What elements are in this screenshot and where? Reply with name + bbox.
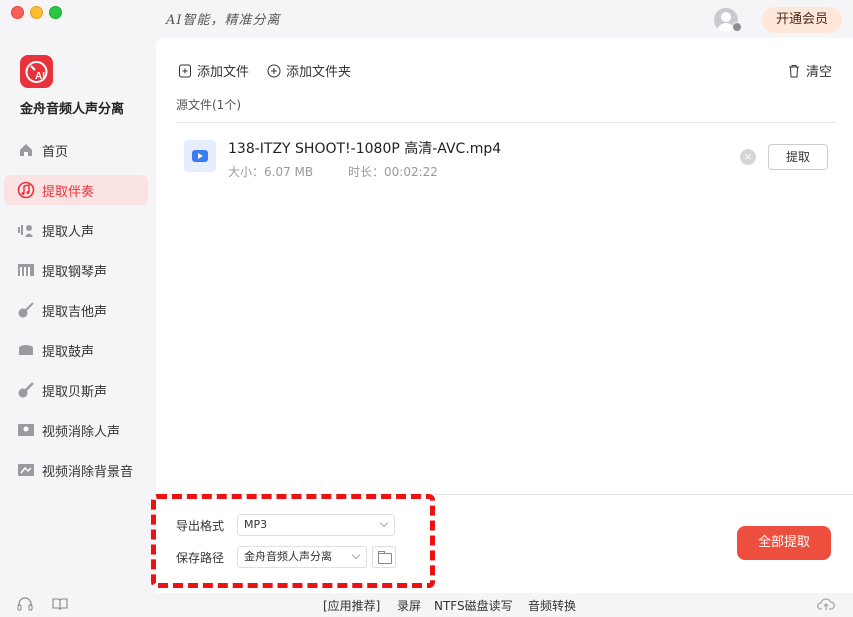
vip-button[interactable]: 开通会员 — [762, 7, 842, 33]
sidebar-item-label: 首页 — [42, 144, 69, 160]
sidebar-item-video-remove-bg[interactable]: 视频消除背景音 — [4, 455, 148, 485]
source-files-label: 源文件(1个) — [176, 98, 241, 112]
annotation-highlight-box — [151, 494, 435, 588]
avatar-status-badge — [732, 22, 742, 32]
add-folder-label: 添加文件夹 — [286, 65, 352, 80]
sidebar: AI 金舟音频人声分离 首页 提取伴奏 提取人声 提取钢琴声 提取吉他声 提取鼓… — [0, 38, 156, 593]
video-file-icon — [184, 140, 216, 172]
add-file-icon — [178, 64, 192, 78]
sidebar-item-label: 提取钢琴声 — [42, 264, 108, 280]
sidebar-item-home[interactable]: 首页 — [4, 135, 148, 165]
sidebar-item-label: 提取人声 — [42, 224, 95, 240]
accompaniment-icon — [16, 180, 36, 200]
footer-link-audio-convert[interactable]: 音频转换 — [528, 597, 576, 614]
extract-button[interactable]: 提取 — [768, 144, 828, 170]
add-file-label: 添加文件 — [197, 65, 250, 80]
cloud-upload-icon[interactable] — [817, 597, 835, 611]
remove-file-icon[interactable]: × — [740, 149, 756, 165]
sidebar-item-bass[interactable]: 提取贝斯声 — [4, 375, 148, 405]
book-icon[interactable] — [52, 597, 68, 611]
sidebar-item-guitar[interactable]: 提取吉他声 — [4, 295, 148, 325]
add-folder-button[interactable]: 添加文件夹 — [267, 61, 351, 80]
maximize-window-button[interactable] — [49, 6, 62, 19]
user-avatar[interactable] — [714, 8, 742, 32]
bass-icon — [16, 380, 36, 400]
sidebar-item-label: 提取伴奏 — [42, 184, 95, 200]
app-logo-text: AI — [35, 71, 45, 82]
home-icon — [16, 140, 36, 160]
footer: [应用推荐] 录屏 NTFS磁盘读写 音频转换 — [0, 593, 853, 617]
app-name: 金舟音频人声分离 — [20, 102, 125, 117]
extract-all-button[interactable]: 全部提取 — [737, 526, 831, 560]
sidebar-nav: 首页 提取伴奏 提取人声 提取钢琴声 提取吉他声 提取鼓声 提取贝斯声 视频消除… — [4, 135, 148, 495]
add-folder-icon — [267, 64, 281, 78]
file-duration: 时长：00:02:22 — [348, 165, 438, 179]
footer-link-ntfs[interactable]: NTFS磁盘读写 — [434, 597, 513, 614]
add-file-button[interactable]: 添加文件 — [178, 61, 249, 80]
headset-icon[interactable] — [17, 597, 33, 611]
app-logo-icon: AI — [20, 55, 53, 88]
piano-icon — [16, 260, 36, 280]
sidebar-item-video-remove-voice[interactable]: 视频消除人声 — [4, 415, 148, 445]
drum-icon — [16, 340, 36, 360]
guitar-icon — [16, 300, 36, 320]
footer-link-screen-record[interactable]: 录屏 — [397, 597, 421, 614]
file-size: 大小：6.07 MB — [228, 165, 314, 179]
slogan: AI智能，精准分离 — [166, 13, 281, 28]
voice-icon — [16, 220, 36, 240]
sidebar-item-piano[interactable]: 提取钢琴声 — [4, 255, 148, 285]
sidebar-item-label: 提取贝斯声 — [42, 384, 108, 400]
file-list-item: 138-ITZY SHOOT!-1080P 高清-AVC.mp4 大小：6.07… — [176, 130, 836, 192]
video-remove-voice-icon — [16, 420, 36, 440]
title-bar: AI智能，精准分离 开通会员 — [0, 0, 853, 38]
sidebar-item-drum[interactable]: 提取鼓声 — [4, 335, 148, 365]
footer-link-app-recommend[interactable]: [应用推荐] — [323, 597, 380, 614]
main-panel: 添加文件 添加文件夹 清空 源文件(1个) 138-ITZY SHOOT!-10… — [151, 38, 853, 593]
sidebar-item-label: 提取吉他声 — [42, 304, 108, 320]
clear-button[interactable]: 清空 — [787, 61, 832, 80]
sidebar-item-voice[interactable]: 提取人声 — [4, 215, 148, 245]
sidebar-item-accompaniment[interactable]: 提取伴奏 — [4, 175, 148, 205]
close-window-button[interactable] — [11, 6, 24, 19]
sidebar-item-label: 视频消除人声 — [42, 424, 121, 440]
minimize-window-button[interactable] — [30, 6, 43, 19]
divider — [176, 122, 836, 123]
sidebar-item-label: 提取鼓声 — [42, 344, 95, 360]
file-name: 138-ITZY SHOOT!-1080P 高清-AVC.mp4 — [228, 141, 502, 157]
trash-icon — [787, 64, 801, 78]
video-remove-bg-icon — [16, 460, 36, 480]
clear-label: 清空 — [806, 65, 833, 80]
sidebar-item-label: 视频消除背景音 — [42, 464, 134, 480]
